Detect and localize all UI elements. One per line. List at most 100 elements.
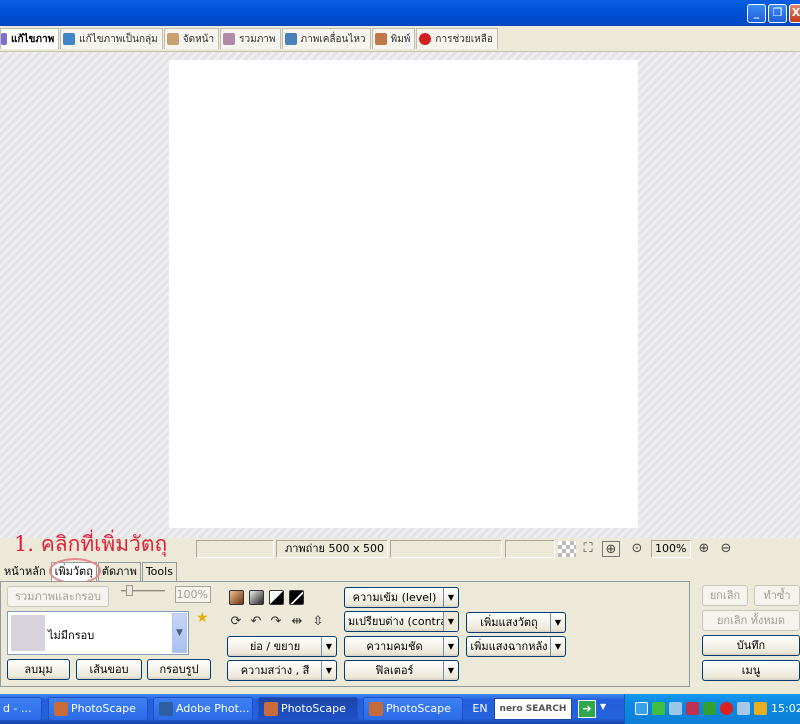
chevron-down-icon[interactable]: ▼ <box>172 613 187 653</box>
tab-label: จัดหน้า <box>182 33 215 45</box>
volume-icon[interactable] <box>737 702 750 715</box>
tab-batch-editor[interactable]: แก้ไขภาพเป็นกลุ่ม <box>60 28 163 49</box>
brightness-button[interactable]: ความสว่าง , สี ▼ <box>227 660 337 681</box>
object-light-label: เพิ่มแสงวัตถุ <box>480 616 538 629</box>
language-indicator[interactable]: EN <box>468 698 492 720</box>
dropdown-arrow-icon[interactable]: ▼ <box>550 613 565 632</box>
actual-size-icon[interactable]: ⊕ <box>602 541 620 557</box>
tab-combine[interactable]: รวมภาพ <box>220 28 281 49</box>
taskbar-item-photoscape[interactable]: PhotoScape <box>48 697 148 721</box>
auto-level-icon[interactable] <box>229 590 244 605</box>
fit-screen-icon[interactable]: ⛶ <box>579 541 597 557</box>
tab-label: ภาพเคลื่อนไหว <box>300 33 366 45</box>
dropdown-arrow-icon[interactable]: ▼ <box>443 661 458 680</box>
wifi-icon[interactable] <box>669 702 682 715</box>
image-canvas[interactable] <box>169 60 638 528</box>
status-cell-empty <box>390 540 502 558</box>
merge-frame-button[interactable]: รวมภาพและกรอบ <box>7 586 109 607</box>
backlight-button[interactable]: เพิ่มแสงฉากหลัง ▼ <box>466 636 566 657</box>
flip-vertical-icon[interactable]: ⇳ <box>310 614 326 630</box>
rotate-right-icon[interactable]: ↷ <box>268 614 284 630</box>
border-line-button[interactable]: เส้นขอบ <box>76 659 142 680</box>
object-light-button[interactable]: เพิ่มแสงวัตถุ ▼ <box>466 612 566 633</box>
dropdown-arrow-icon[interactable]: ▼ <box>321 637 336 656</box>
transparency-icon[interactable] <box>558 541 576 557</box>
go-arrow-icon[interactable]: ➜ <box>578 700 596 718</box>
tab-editor[interactable]: แก้ไขภาพ <box>0 28 60 49</box>
network-icon[interactable] <box>635 702 648 715</box>
frame-shape-button[interactable]: กรอบรูป <box>147 659 211 680</box>
photoscape-icon <box>264 702 278 716</box>
tab-help[interactable]: การช่วยเหลือ <box>416 28 498 49</box>
level-button[interactable]: ความเข้ม (level) ▼ <box>344 587 459 608</box>
bw-icon[interactable] <box>269 590 284 605</box>
photoscape-icon <box>54 702 68 716</box>
nero-search-box[interactable]: nero SEARCH <box>494 698 572 720</box>
sharpen-button[interactable]: ความคมชัด ▼ <box>344 636 459 657</box>
auto-contrast-icon[interactable] <box>249 590 264 605</box>
editor-icon <box>1 33 7 45</box>
slider-thumb[interactable] <box>126 585 133 596</box>
alert-icon[interactable] <box>720 702 733 715</box>
tab-page[interactable]: จัดหน้า <box>163 28 220 49</box>
clock: 15:02 <box>771 702 800 715</box>
tab-label: แก้ไขภาพเป็นกลุ่ม <box>79 33 158 45</box>
dropdown-arrow-icon[interactable]: ▼ <box>443 588 458 607</box>
rotate-icon[interactable]: ⟳ <box>228 614 244 630</box>
tab-print[interactable]: พิมพ์ <box>371 28 416 49</box>
level-label: ความเข้ม (level) <box>352 591 437 604</box>
system-tray: 15:02 <box>624 694 800 724</box>
star-icon[interactable]: ★ <box>196 610 209 626</box>
photoshop-icon <box>159 702 173 716</box>
minimize-button[interactable]: _ <box>747 4 766 23</box>
update-icon[interactable] <box>703 702 716 715</box>
signal-icon[interactable] <box>652 702 665 715</box>
close-button[interactable]: X <box>789 4 800 23</box>
tab-home[interactable]: หน้าหลัก <box>0 562 50 581</box>
undo-button[interactable]: ยกเลิก <box>702 585 748 606</box>
rotate-left-icon[interactable]: ↶ <box>248 614 264 630</box>
redo-button[interactable]: ทำซ้ำ <box>754 585 800 606</box>
contrast-button[interactable]: มเปรียบต่าง (contra ▼ <box>344 611 459 632</box>
tutorial-annotation: 1. คลิกที่เพิ่มวัตถุ <box>14 532 168 556</box>
sharpen-label: ความคมชัด <box>366 640 423 653</box>
gif-icon <box>284 33 297 45</box>
frame-select-value: ไม่มีกรอบ <box>48 629 95 642</box>
undo-all-button[interactable]: ยกเลิก ทั้งหมด <box>702 610 800 631</box>
taskbar-item[interactable]: d - ... <box>0 697 42 721</box>
brightness-label: ความสว่าง , สี <box>240 664 310 677</box>
power-icon[interactable] <box>754 702 767 715</box>
photo-size-label: ภาพถ่าย 500 x 500 <box>276 540 388 558</box>
taskbar-item-photoshop[interactable]: Adobe Phot... <box>153 697 253 721</box>
resize-button[interactable]: ย่อ / ขยาย ▼ <box>227 636 337 657</box>
tab-label: การช่วยเหลือ <box>435 33 493 45</box>
dropdown-arrow-icon[interactable]: ▼ <box>443 612 458 631</box>
round-corner-button[interactable]: ลบมุม <box>7 659 70 680</box>
zoom-fit-icon[interactable]: ⊙ <box>628 541 646 557</box>
tab-animated-gif[interactable]: ภาพเคลื่อนไหว <box>281 28 371 49</box>
negative-icon[interactable] <box>289 590 304 605</box>
tab-crop[interactable]: ตัดภาพ <box>97 562 141 581</box>
canvas-workspace <box>0 52 800 538</box>
menu-button[interactable]: เมนู <box>702 660 800 681</box>
save-button[interactable]: บันทึก <box>702 635 800 656</box>
taskbar-item-photoscape-active[interactable]: PhotoScape <box>258 697 358 721</box>
filter-button[interactable]: ฟิลเตอร์ ▼ <box>344 660 459 681</box>
antivirus-icon[interactable] <box>686 702 699 715</box>
status-cell-empty <box>505 540 555 558</box>
zoom-level: 100% <box>651 540 691 558</box>
dropdown-arrow-icon[interactable]: ▼ <box>443 637 458 656</box>
zoom-in-icon[interactable]: ⊕ <box>695 541 713 557</box>
tab-label: รวมภาพ <box>239 33 276 45</box>
page-icon <box>166 33 179 45</box>
tab-tools[interactable]: Tools <box>141 562 177 581</box>
frame-select[interactable]: ไม่มีกรอบ ▼ <box>7 611 189 655</box>
dropdown-arrow-icon[interactable]: ▼ <box>321 661 336 680</box>
dropdown-arrow-icon[interactable]: ▼ <box>600 702 606 711</box>
zoom-out-icon[interactable]: ⊖ <box>717 541 735 557</box>
frame-opacity-value: 100% <box>175 586 211 603</box>
flip-horizontal-icon[interactable]: ⇹ <box>289 614 305 630</box>
dropdown-arrow-icon[interactable]: ▼ <box>550 637 565 656</box>
taskbar-item-photoscape[interactable]: PhotoScape <box>363 697 463 721</box>
restore-button[interactable]: ❐ <box>768 4 787 23</box>
